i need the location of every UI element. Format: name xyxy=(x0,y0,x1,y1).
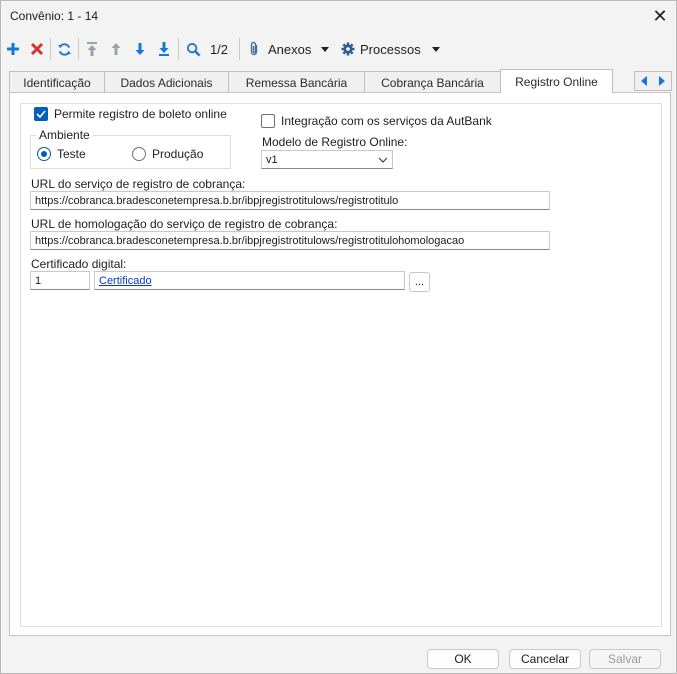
delete-icon[interactable] xyxy=(28,38,46,60)
toolbar: 1/2 Anexos Processos xyxy=(1,34,676,64)
tab-scroll-buttons xyxy=(634,71,672,91)
cancel-button[interactable]: Cancelar xyxy=(509,649,581,669)
record-position: 1/2 xyxy=(209,41,229,57)
environment-label: Ambiente xyxy=(36,128,93,142)
dialog-window: Convênio: 1 - 14 ✕ 1/2 Anexos Processos … xyxy=(0,0,677,674)
paperclip-icon xyxy=(250,41,258,56)
url-label: URL do serviço de registro de cobrança: xyxy=(31,177,246,191)
model-label: Modelo de Registro Online: xyxy=(262,135,408,149)
title-bar: Convênio: 1 - 14 ✕ xyxy=(1,1,676,32)
toolbar-separator xyxy=(50,38,51,60)
plus-icon[interactable] xyxy=(4,38,22,60)
radio-unselected-icon xyxy=(132,147,146,161)
chevron-down-icon xyxy=(378,157,388,163)
tab-cobranca-bancaria[interactable]: Cobrança Bancária xyxy=(364,71,501,93)
close-icon[interactable]: ✕ xyxy=(644,1,676,32)
env-production-label: Produção xyxy=(152,147,204,161)
down-icon[interactable] xyxy=(131,38,149,60)
ok-button[interactable]: OK xyxy=(427,649,499,669)
certificate-browse-button[interactable]: ... xyxy=(409,272,430,292)
model-select[interactable]: v1 xyxy=(261,150,393,169)
scroll-left-icon[interactable] xyxy=(640,76,648,86)
radio-selected-icon xyxy=(37,147,51,161)
tab-identificacao[interactable]: Identificação xyxy=(9,71,105,93)
tab-registro-online[interactable]: Registro Online xyxy=(500,69,613,93)
env-production-radio[interactable]: Produção xyxy=(132,147,203,161)
model-value: v1 xyxy=(266,153,278,166)
certificate-code-input[interactable]: 1 xyxy=(30,271,90,290)
processes-button[interactable]: Processos xyxy=(341,38,441,60)
toolbar-separator xyxy=(178,38,179,60)
chevron-down-icon xyxy=(431,46,440,52)
env-test-radio[interactable]: Teste xyxy=(37,147,86,161)
window-title: Convênio: 1 - 14 xyxy=(10,9,99,23)
chevron-down-icon xyxy=(321,46,330,52)
checkbox-checked-icon xyxy=(34,107,48,121)
url-homolog-label: URL de homologação do serviço de registr… xyxy=(31,217,338,231)
url-homolog-input[interactable]: https://cobranca.bradesconetempresa.b.br… xyxy=(30,231,550,250)
tab-remessa-bancaria[interactable]: Remessa Bancária xyxy=(228,71,365,93)
gear-icon xyxy=(341,42,355,56)
tab-panel-registro-online: Permite registro de boleto online Ambien… xyxy=(9,92,671,636)
refresh-icon[interactable] xyxy=(55,38,73,60)
env-test-label: Teste xyxy=(57,147,86,161)
search-icon[interactable] xyxy=(183,38,203,60)
scroll-right-icon[interactable] xyxy=(658,76,666,86)
attachments-label: Anexos xyxy=(268,41,312,57)
url-input[interactable]: https://cobranca.bradesconetempresa.b.br… xyxy=(30,191,550,210)
enable-online-label: Permite registro de boleto online xyxy=(54,107,227,121)
autbank-checkbox[interactable]: Integração com os serviços da AutBank xyxy=(261,114,492,128)
toolbar-separator xyxy=(239,38,240,60)
last-icon[interactable] xyxy=(155,38,173,60)
certificate-label: Certificado digital: xyxy=(31,257,127,271)
toolbar-separator xyxy=(78,38,79,60)
certificate-link-field: Certificado xyxy=(94,271,405,290)
processes-label: Processos xyxy=(360,41,421,57)
certificate-link[interactable]: Certificado xyxy=(99,275,152,287)
up-icon[interactable] xyxy=(107,38,125,60)
first-icon[interactable] xyxy=(83,38,101,60)
enable-online-checkbox[interactable]: Permite registro de boleto online xyxy=(34,107,231,121)
save-button[interactable]: Salvar xyxy=(589,649,661,669)
tab-strip: Identificação Dados Adicionais Remessa B… xyxy=(9,69,672,93)
checkbox-unchecked-icon xyxy=(261,114,275,128)
attachments-button[interactable]: Anexos xyxy=(248,38,334,60)
tab-dados-adicionais[interactable]: Dados Adicionais xyxy=(104,71,229,93)
autbank-label: Integração com os serviços da AutBank xyxy=(281,114,492,128)
